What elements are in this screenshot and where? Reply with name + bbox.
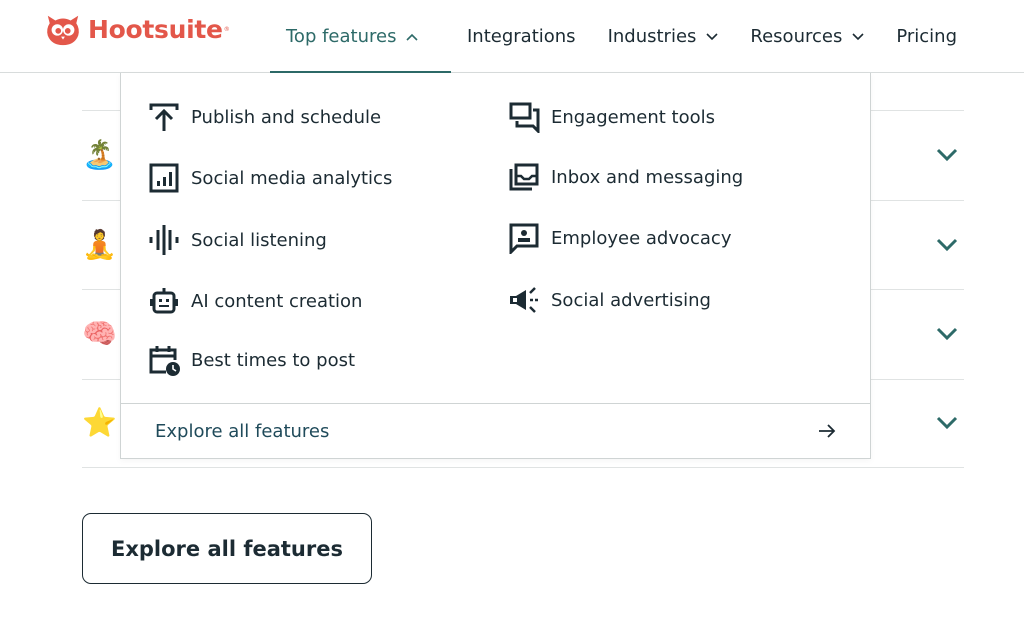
dropdown-menu-grid: Publish and schedule Social media analyt… <box>121 73 870 404</box>
calendar-clock-icon <box>147 343 181 377</box>
analytics-chart-icon <box>147 161 181 195</box>
menu-item-label: Social media analytics <box>191 167 393 189</box>
arrow-right-icon <box>819 424 836 438</box>
chevron-up-icon <box>406 33 419 41</box>
beach-umbrella-icon: 🏝️ <box>82 138 117 172</box>
nav-label: Integrations <box>467 26 576 47</box>
nav-label: Pricing <box>896 26 958 47</box>
nav-label: Resources <box>750 26 843 47</box>
menu-item-label: Social listening <box>191 229 327 251</box>
chevron-down-icon[interactable] <box>936 327 958 341</box>
megaphone-icon <box>507 283 541 317</box>
chevron-down-icon <box>706 32 718 40</box>
menu-item-social-media-analytics[interactable]: Social media analytics <box>147 161 392 195</box>
top-features-dropdown: Publish and schedule Social media analyt… <box>120 73 871 459</box>
menu-item-label: Engagement tools <box>551 106 715 128</box>
menu-item-social-listening[interactable]: Social listening <box>147 223 327 257</box>
menu-item-engagement-tools[interactable]: Engagement tools <box>507 100 715 134</box>
upload-icon <box>147 100 181 134</box>
menu-item-employee-advocacy[interactable]: Employee advocacy <box>507 221 731 255</box>
nav-label: Industries <box>607 26 697 47</box>
menu-item-label: Employee advocacy <box>551 227 732 249</box>
nav-resources[interactable]: Resources <box>734 0 880 73</box>
nav-integrations[interactable]: Integrations <box>451 0 592 73</box>
meditation-icon: 🧘 <box>82 227 117 261</box>
trademark: ® <box>223 25 230 33</box>
chevron-down-icon[interactable] <box>936 416 958 430</box>
menu-item-label: Inbox and messaging <box>551 166 744 188</box>
main-nav: Top features Integrations Industries Res… <box>270 0 973 74</box>
menu-item-publish-and-schedule[interactable]: Publish and schedule <box>147 100 381 134</box>
explore-all-features-link[interactable]: Explore all features <box>121 403 870 458</box>
chevron-down-icon[interactable] <box>936 238 958 252</box>
star-icon: ⭐ <box>82 406 117 440</box>
brain-icon: 🧠 <box>82 317 117 351</box>
menu-item-ai-content-creation[interactable]: AI content creation <box>147 284 362 318</box>
menu-item-inbox-and-messaging[interactable]: Inbox and messaging <box>507 160 743 194</box>
menu-item-social-advertising[interactable]: Social advertising <box>507 283 711 317</box>
explore-all-features-button[interactable]: Explore all features <box>82 513 372 584</box>
nav-pricing[interactable]: Pricing <box>880 0 973 73</box>
robot-icon <box>147 284 181 318</box>
person-speech-bubble-icon <box>507 221 541 255</box>
sound-wave-icon <box>147 223 181 257</box>
chevron-down-icon <box>852 32 864 40</box>
menu-item-label: Publish and schedule <box>191 106 382 128</box>
inbox-icon <box>507 160 541 194</box>
nav-label: Top features <box>286 26 397 47</box>
owl-logo-icon <box>47 15 79 46</box>
site-header: Hootsuite ® Top features Integrations In… <box>0 0 1024 74</box>
footer-link-label: Explore all features <box>155 420 330 442</box>
chat-bubbles-icon <box>507 100 541 134</box>
menu-item-best-times-to-post[interactable]: Best times to post <box>147 343 355 377</box>
hootsuite-logo[interactable]: Hootsuite ® <box>44 10 230 48</box>
nav-top-features[interactable]: Top features <box>270 0 451 74</box>
chevron-down-icon[interactable] <box>936 148 958 162</box>
brand-name: Hootsuite <box>88 14 223 44</box>
menu-item-label: AI content creation <box>191 290 363 312</box>
menu-item-label: Social advertising <box>551 289 711 311</box>
menu-item-label: Best times to post <box>191 349 356 371</box>
nav-industries[interactable]: Industries <box>592 0 735 73</box>
